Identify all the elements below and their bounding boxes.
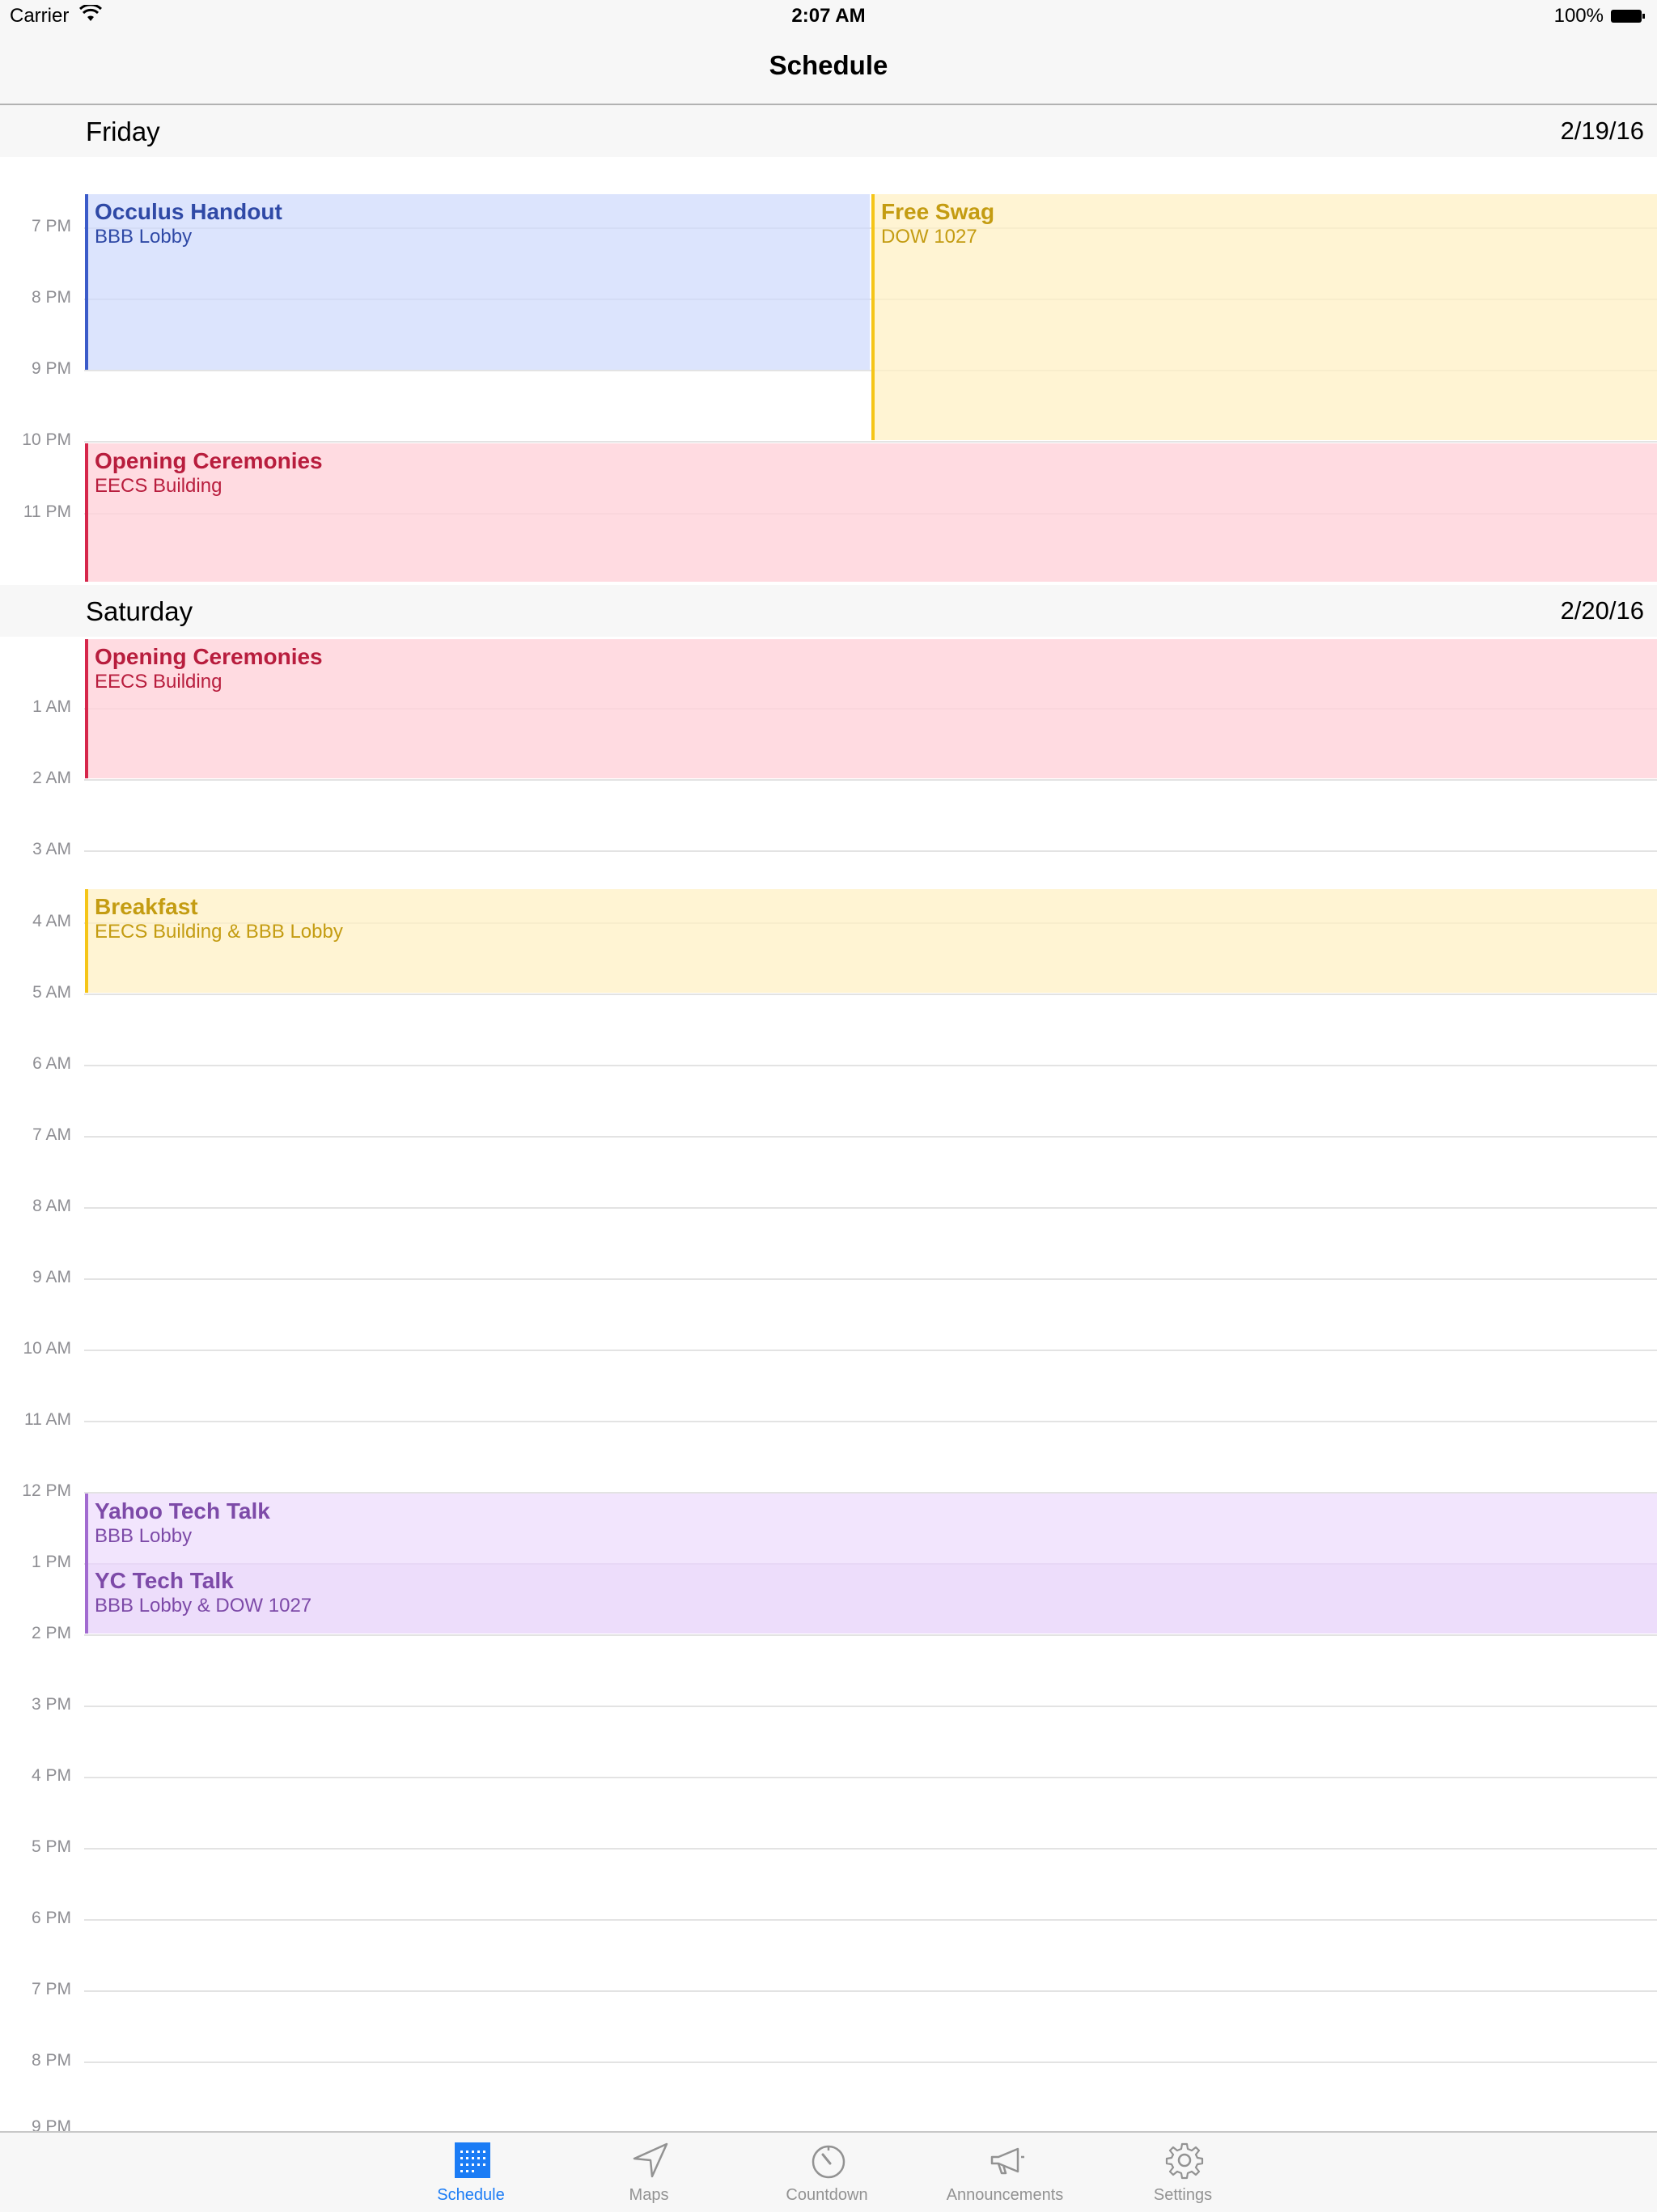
event-occulus-handout[interactable]: Occulus Handout BBB Lobby: [85, 194, 870, 370]
hour-label: 4 AM: [32, 912, 71, 930]
event-location: BBB Lobby: [95, 226, 193, 248]
tab-label: Schedule: [437, 2186, 505, 2204]
hour-line: [84, 1919, 1657, 1921]
hour-line: [84, 1136, 1657, 1138]
megaphone-icon: [990, 2147, 1024, 2175]
hour-label: 5 PM: [31, 1837, 71, 1856]
tab-label: Settings: [1153, 2186, 1213, 2204]
hour-line: [84, 2062, 1657, 2063]
day-header-saturday: Saturday 2/20/16: [0, 585, 1657, 637]
page-title: Schedule: [769, 50, 888, 80]
hour-line: [84, 1421, 1657, 1422]
hour-label: 9 PM: [31, 359, 71, 378]
event-location: EECS Building & BBB Lobby: [95, 921, 343, 943]
hour-line: [84, 441, 1657, 443]
hour-label: 11 AM: [24, 1410, 71, 1429]
event-free-swag[interactable]: Free Swag DOW 1027: [871, 194, 1657, 440]
event-title: Opening Ceremonies: [95, 644, 323, 669]
hour-line: [84, 1207, 1657, 1209]
hour-label: 8 PM: [31, 288, 71, 307]
hour-label: 4 PM: [31, 1766, 71, 1785]
event-yahoo-tech-talk[interactable]: Yahoo Tech Talk BBB Lobby: [85, 1494, 1657, 1563]
hour-line: [84, 1706, 1657, 1707]
hour-label: 7 AM: [32, 1125, 71, 1144]
status-bar: Carrier 2:07 AM 100%: [0, 0, 1657, 32]
event-title: YC Tech Talk: [95, 1568, 234, 1593]
tab-label: Maps: [629, 2186, 669, 2204]
tab-bar: Schedule Maps Countdown Announcements Se…: [0, 2131, 1657, 2212]
hour-line: [84, 779, 1657, 781]
hour-label: 1 PM: [31, 1553, 71, 1571]
event-location: BBB Lobby & DOW 1027: [95, 1595, 312, 1617]
event-location: BBB Lobby: [95, 1525, 193, 1547]
tab-label: Countdown: [786, 2186, 868, 2204]
day-date: 2/19/16: [1560, 117, 1644, 145]
battery-icon: [1611, 10, 1645, 23]
hour-label: 12 PM: [22, 1481, 71, 1500]
hour-line: [84, 1777, 1657, 1778]
event-opening-ceremonies-friday[interactable]: Opening Ceremonies EECS Building: [85, 443, 1657, 582]
hour-label: 2 PM: [31, 1624, 71, 1642]
tab-settings[interactable]: Settings: [1110, 2133, 1256, 2212]
hour-label: 8 PM: [31, 2051, 71, 2070]
event-title: Free Swag: [881, 199, 995, 224]
event-title: Occulus Handout: [95, 199, 282, 224]
hour-label: 5 AM: [32, 983, 71, 1002]
day-name: Saturday: [86, 596, 193, 626]
hour-label: 3 PM: [31, 1695, 71, 1714]
hour-line: [84, 1848, 1657, 1850]
hour-label: 2 AM: [32, 769, 71, 787]
day-header-friday: Friday 2/19/16: [0, 105, 1657, 157]
hour-label: 7 PM: [31, 217, 71, 235]
event-opening-ceremonies-saturday[interactable]: Opening Ceremonies EECS Building: [85, 639, 1657, 778]
gear-icon: [1165, 2142, 1204, 2180]
event-title: Opening Ceremonies: [95, 448, 323, 473]
navigation-bar: Schedule: [0, 32, 1657, 105]
hour-line: [84, 1065, 1657, 1066]
hour-label: 3 AM: [32, 840, 71, 858]
hour-label: 6 PM: [31, 1909, 71, 1927]
hour-label: 6 AM: [32, 1054, 71, 1073]
hour-label: 9 AM: [32, 1268, 71, 1286]
tab-maps[interactable]: Maps: [576, 2133, 722, 2212]
tab-announcements[interactable]: Announcements: [932, 2133, 1078, 2212]
hour-line: [84, 1990, 1657, 1992]
hour-label: 10 AM: [23, 1339, 71, 1358]
battery-percent: 100%: [1553, 5, 1604, 27]
hour-label: 1 AM: [32, 697, 71, 716]
hour-line: [84, 994, 1657, 995]
day-name: Friday: [86, 117, 160, 146]
location-arrow-icon: [633, 2142, 668, 2178]
hour-label: 10 PM: [22, 430, 71, 449]
hour-label: 8 AM: [32, 1197, 71, 1215]
tab-schedule[interactable]: Schedule: [398, 2133, 544, 2212]
event-location: DOW 1027: [881, 226, 977, 248]
event-location: EECS Building: [95, 671, 222, 693]
day-date: 2/20/16: [1560, 596, 1644, 625]
hour-label: 7 PM: [31, 1980, 71, 1998]
timer-icon: [812, 2145, 845, 2179]
tab-countdown[interactable]: Countdown: [754, 2133, 900, 2212]
event-location: EECS Building: [95, 475, 222, 497]
tab-label: Announcements: [946, 2186, 1064, 2204]
event-title: Breakfast: [95, 894, 198, 919]
event-title: Yahoo Tech Talk: [95, 1498, 270, 1523]
event-yc-tech-talk[interactable]: YC Tech Talk BBB Lobby & DOW 1027: [85, 1563, 1657, 1634]
hour-line: [84, 1278, 1657, 1280]
hour-line: [84, 1350, 1657, 1351]
calendar-grid-icon: [455, 2142, 490, 2178]
hour-line: [84, 1634, 1657, 1636]
status-time: 2:07 AM: [791, 5, 866, 27]
hour-line: [84, 850, 1657, 852]
event-breakfast[interactable]: Breakfast EECS Building & BBB Lobby: [85, 889, 1657, 993]
hour-label: 11 PM: [23, 502, 71, 521]
